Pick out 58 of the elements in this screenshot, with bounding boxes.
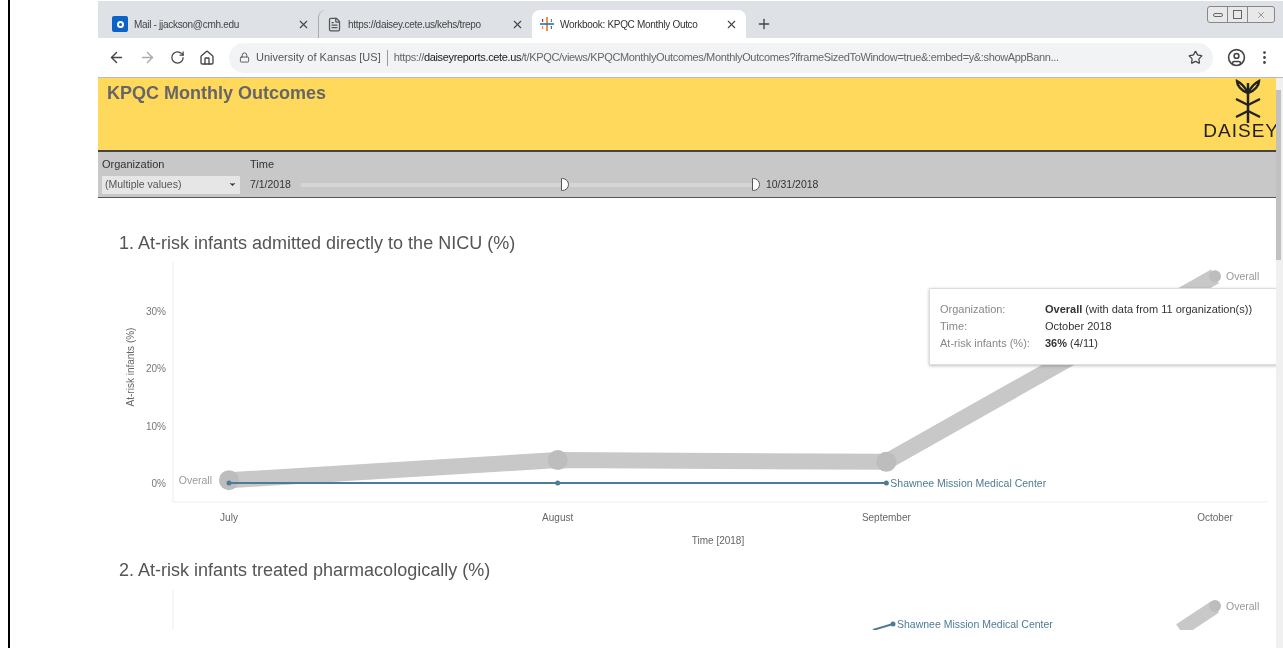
- site-identity: University of Kansas [US]: [256, 50, 381, 66]
- browser-tab[interactable]: Workbook: KPQC Monthly Outco: [532, 10, 746, 38]
- x-tick-label: October: [1197, 512, 1233, 523]
- dashboard-title: KPQC Monthly Outcomes: [107, 82, 326, 105]
- line-label: Overall: [178, 474, 212, 487]
- logo-wordmark: DAISEY: [1203, 121, 1279, 140]
- data-point[interactable]: [883, 480, 889, 486]
- chart-title: 1. At-risk infants admitted directly to the NICU (%): [119, 232, 516, 255]
- series-line: [872, 621, 896, 630]
- tooltip-label: At-risk infants (%):: [940, 336, 1031, 351]
- tooltip-value: Overall (with data from 11 organization(s)): [1045, 302, 1253, 317]
- x-tick-label: August: [542, 512, 574, 523]
- data-point[interactable]: [555, 480, 561, 486]
- new-tab-icon[interactable]: [756, 16, 772, 32]
- y-tick-label: 0%: [151, 478, 166, 490]
- browser-tab[interactable]: Mail - jjackson@cmh.edu: [104, 10, 318, 38]
- cross-cluster-icon: [540, 17, 554, 31]
- document-icon: [327, 16, 342, 32]
- y-tick-label: 10%: [146, 420, 166, 432]
- filter-label: Organization: [102, 157, 166, 172]
- mail-app-icon: [112, 16, 128, 32]
- tooltip-label: Time:: [940, 319, 969, 334]
- filter-label: Time: [250, 157, 276, 172]
- x-tick-label: July: [220, 512, 238, 523]
- data-point[interactable]: [226, 480, 232, 486]
- line-label: Shawnee Mission Medical Center: [897, 618, 1053, 630]
- home-icon[interactable]: [199, 49, 215, 66]
- y-axis-label: At-risk infants (%): [125, 327, 136, 407]
- tab-title: https://daisey.cete.us/kehs/trepo: [348, 17, 482, 32]
- tooltip-label: Organization:: [940, 302, 1007, 317]
- organization-dropdown[interactable]: (Multiple values): [102, 175, 240, 194]
- url-text: https://daiseyreports.cete.us/t/KPQC/views/KPQCMonthlyOutcomes/MonthlyOutcomes?iframeSizedToWindow=true&:embed=y&:showAppBann...: [393, 50, 1060, 66]
- scrollbar[interactable]: [1276, 78, 1283, 648]
- profile-icon[interactable]: [1227, 48, 1246, 67]
- line-label: Shawnee Mission Medical Center: [890, 477, 1047, 490]
- back-icon[interactable]: [108, 49, 125, 66]
- chart-title: 2. At-risk infants treated pharmacologically (%): [119, 559, 491, 582]
- series-line: [1176, 600, 1221, 630]
- tab-title: Mail - jjackson@cmh.edu: [134, 17, 240, 32]
- tooltip-value: October 2018: [1045, 319, 1112, 334]
- data-point[interactable]: [219, 470, 239, 491]
- bookmark-star-icon[interactable]: [1188, 50, 1203, 65]
- tab-title: Workbook: KPQC Monthly Outco: [560, 17, 699, 32]
- slider-handle[interactable]: [560, 177, 569, 191]
- tooltip-value: 36% (4/11): [1045, 336, 1098, 351]
- range-end-date: 10/31/2018: [765, 176, 819, 192]
- dropdown-caret-icon: [228, 180, 237, 189]
- reload-icon[interactable]: [170, 50, 185, 65]
- range-start-date: 7/1/2018: [250, 176, 291, 192]
- line-label: Overall: [1226, 270, 1260, 283]
- slider-handle[interactable]: [751, 177, 760, 191]
- x-axis-label: Time [2018]: [691, 535, 745, 546]
- line-label: Overall: [1226, 600, 1260, 612]
- y-tick-label: 30%: [146, 305, 166, 317]
- lock-icon: [239, 52, 250, 63]
- x-tick-label: September: [861, 512, 911, 523]
- y-tick-label: 20%: [146, 363, 166, 375]
- address-bar[interactable]: University of Kansas [US] https://daiseyreports.cete.us/t/KPQC/views/KPQCMonthlyOutcomes/MonthlyOutcomes?iframeSizedToWindow=true&:embed=y&:showAppBann...: [229, 42, 1213, 73]
